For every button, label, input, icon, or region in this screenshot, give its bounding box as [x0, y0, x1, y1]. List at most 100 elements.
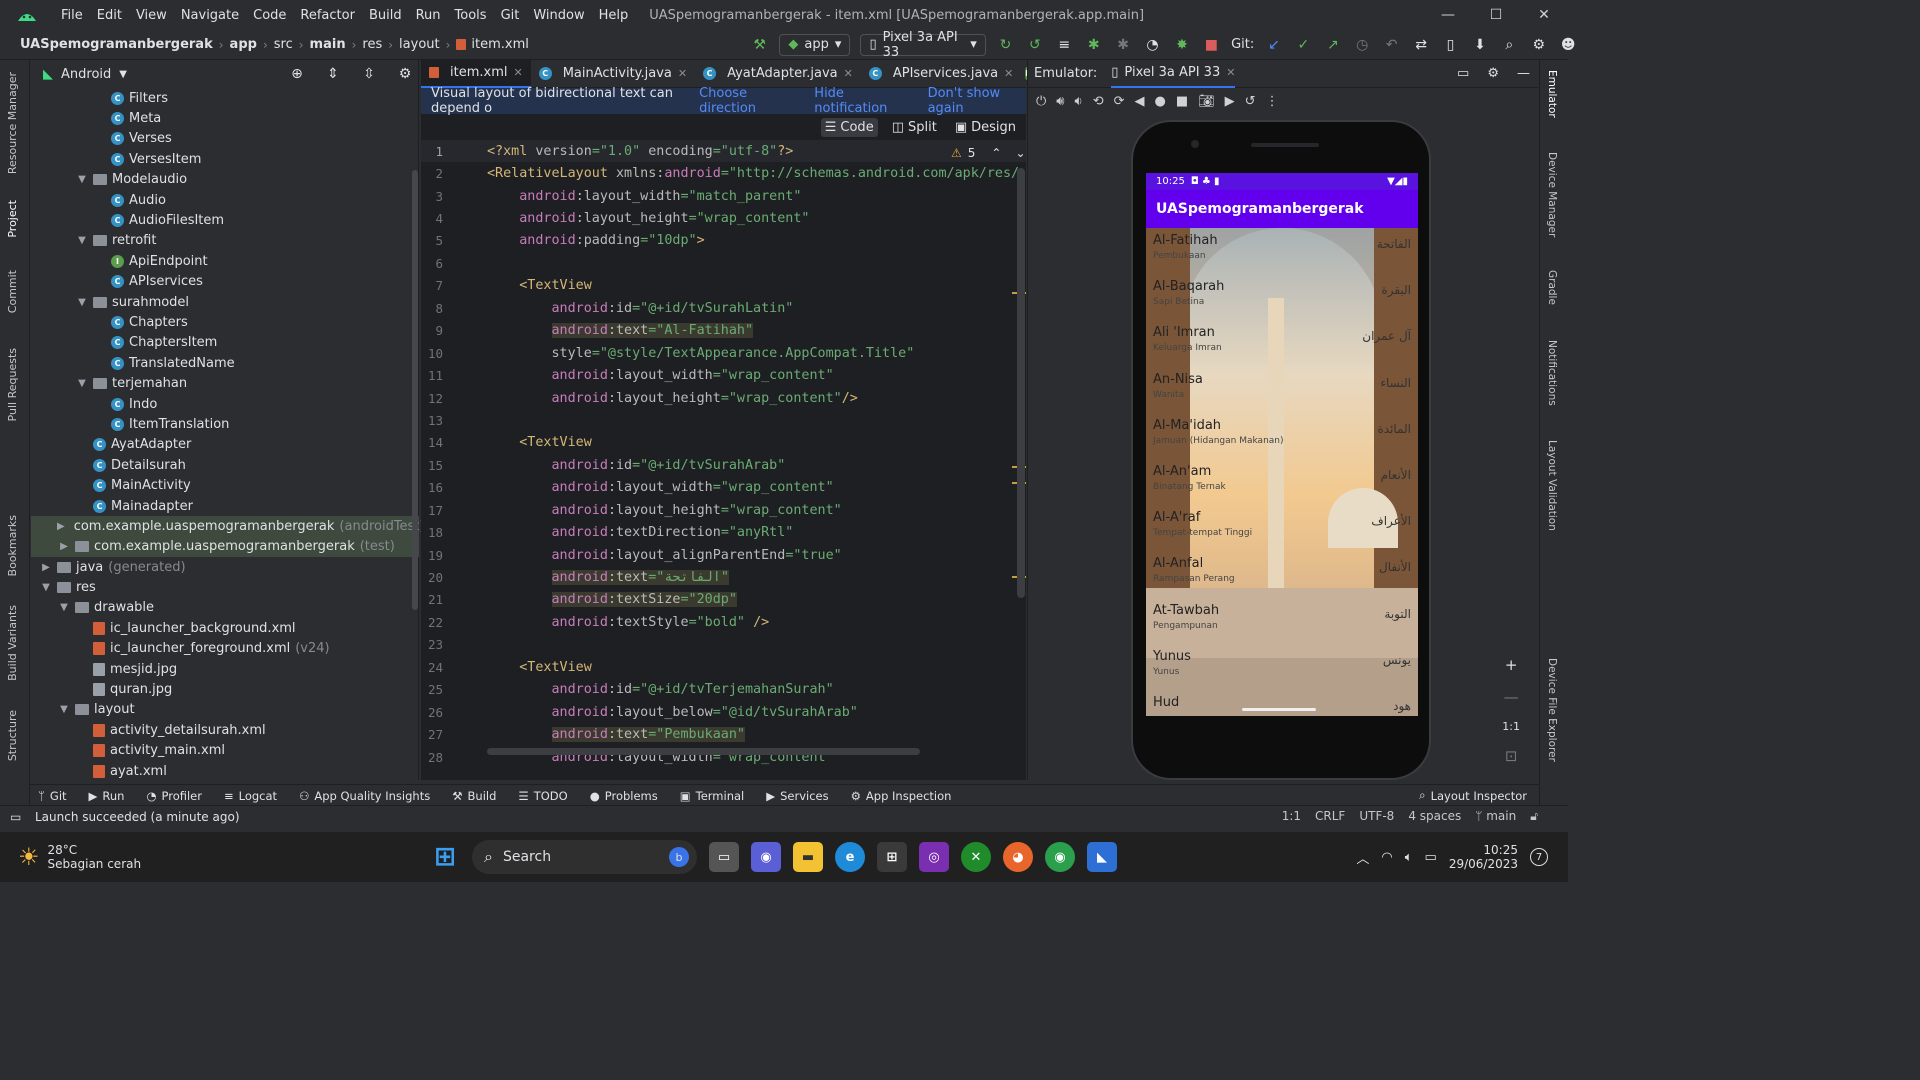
tree-item[interactable]: C MainActivity: [31, 475, 419, 495]
tree-item[interactable]: ic_launcher_background.xml: [31, 618, 419, 638]
code-line[interactable]: 17 android:layout_height="wrap_content": [421, 499, 1026, 521]
power-icon[interactable]: ⏻: [1036, 94, 1046, 109]
code-line[interactable]: 8 android:id="@+id/tvSurahLatin": [421, 297, 1026, 319]
tab-pull-requests[interactable]: Pull Requests: [6, 348, 19, 421]
tree-folder[interactable]: ▶ java (generated): [31, 557, 419, 577]
tree-item[interactable]: C ItemTranslation: [31, 414, 419, 434]
code-line[interactable]: 26 android:layout_below="@id/tvSurahArab…: [421, 701, 1026, 723]
code-line[interactable]: 14 <TextView: [421, 432, 1026, 454]
settings-gear-icon[interactable]: ⚙: [1529, 34, 1548, 56]
debug-icon[interactable]: ✱: [1084, 34, 1103, 56]
debug-process-icon[interactable]: ✸: [1172, 34, 1191, 56]
tab-device-manager[interactable]: Device Manager: [1546, 152, 1558, 237]
dont-show-again-link[interactable]: Don't show again: [928, 86, 1026, 116]
project-view-select[interactable]: Android: [61, 67, 111, 82]
code-line[interactable]: 25 android:id="@+id/tvTerjemahanSurah": [421, 679, 1026, 701]
tab-device-file-explorer[interactable]: Device File Explorer: [1546, 658, 1558, 762]
code-line[interactable]: 24 <TextView: [421, 656, 1026, 678]
tab-commit[interactable]: Commit: [6, 270, 19, 313]
close-tab-icon[interactable]: ✕: [513, 66, 522, 79]
close-tab-icon[interactable]: ✕: [678, 67, 687, 80]
tree-item[interactable]: C Verses: [31, 129, 419, 149]
chevron-down-icon[interactable]: ▼: [75, 235, 89, 246]
attach-debugger-icon[interactable]: ✱: [1113, 34, 1132, 56]
tree-item[interactable]: C Audio: [31, 190, 419, 210]
search-icon[interactable]: ⌕: [1500, 34, 1519, 56]
tool-app-quality-insights[interactable]: ⚇ App Quality Insights: [299, 789, 430, 803]
prev-highlight-icon[interactable]: ⌃: [991, 146, 1001, 160]
chevron-down-icon[interactable]: ▼: [75, 174, 89, 185]
tree-folder[interactable]: ▼ surahmodel: [31, 292, 419, 312]
close-tab-icon[interactable]: ✕: [844, 67, 853, 80]
apply-changes-icon[interactable]: ↺: [1025, 34, 1044, 56]
rotate-right-icon[interactable]: ⟳: [1114, 94, 1125, 109]
menu-item-refactor[interactable]: Refactor: [293, 8, 362, 23]
task-view-icon[interactable]: ▭: [709, 842, 739, 872]
tree-item[interactable]: C APIservices: [31, 272, 419, 292]
code-line[interactable]: 3 android:layout_width="match_parent": [421, 185, 1026, 207]
menu-item-window[interactable]: Window: [526, 8, 591, 23]
breadcrumb-item[interactable]: UASpemogramanbergerak: [20, 37, 213, 52]
code-line[interactable]: 20 android:text="الفاتحة": [421, 566, 1026, 588]
tree-folder[interactable]: ▼ Modelaudio: [31, 170, 419, 190]
record-icon[interactable]: ▶: [1225, 94, 1235, 109]
minimize-button[interactable]: —: [1424, 0, 1472, 30]
layout-inspector-button[interactable]: ⌕ Layout Inspector: [1419, 788, 1527, 803]
git-push-icon[interactable]: ↗: [1323, 34, 1342, 56]
git-branch-widget[interactable]: ᛘ main: [1475, 809, 1516, 824]
code-line[interactable]: 2 <RelativeLayout xmlns:android="http://s…: [421, 162, 1026, 184]
tool-run[interactable]: ▶ Run: [89, 789, 125, 803]
lock-icon[interactable]: 🔓︎: [1530, 809, 1538, 824]
code-line[interactable]: 11 android:layout_width="wrap_content": [421, 364, 1026, 386]
notification-badge-icon[interactable]: 7: [1530, 848, 1548, 866]
window-mode-icon[interactable]: ▭: [1457, 66, 1469, 81]
zoom-in-icon[interactable]: +: [1505, 656, 1518, 674]
tree-folder[interactable]: ▼ res: [31, 577, 419, 597]
tree-item[interactable]: C Mainadapter: [31, 496, 419, 516]
tool-build[interactable]: ⚒ Build: [452, 789, 496, 803]
code-line[interactable]: 10 style="@style/TextAppearance.AppCompa…: [421, 342, 1026, 364]
tree-folder[interactable]: ▼ drawable: [31, 598, 419, 618]
tool-terminal[interactable]: ▣ Terminal: [680, 789, 744, 803]
tool-git[interactable]: ᛘ Git: [38, 789, 67, 803]
code-line[interactable]: 13: [421, 409, 1026, 431]
tree-item[interactable]: C Meta: [31, 108, 419, 128]
horizontal-scrollbar[interactable]: [487, 748, 920, 755]
tree-item[interactable]: C AudioFilesItem: [31, 210, 419, 230]
home-gesture-bar[interactable]: [1242, 708, 1316, 711]
tab-build-variants[interactable]: Build Variants: [6, 605, 19, 681]
tree-folder[interactable]: ▶ com.example.uaspemogramanbergerak (andro…: [31, 516, 425, 537]
chevron-down-icon[interactable]: ▼: [75, 297, 89, 308]
emulator-device-tab[interactable]: ▯ Pixel 3a API 33 ✕: [1111, 60, 1236, 88]
caret-position[interactable]: 1:1: [1282, 809, 1301, 824]
breadcrumb-item[interactable]: layout: [399, 37, 440, 52]
code-line[interactable]: 9 android:text="Al-Fatihah": [421, 320, 1026, 342]
tab-item-xml[interactable]: item.xml ✕: [421, 59, 531, 88]
snapshot-icon[interactable]: ↺: [1245, 94, 1256, 109]
tool-profiler[interactable]: ◔ Profiler: [146, 789, 202, 803]
choose-direction-link[interactable]: Choose direction: [699, 86, 794, 116]
tool-logcat[interactable]: ≡ Logcat: [224, 789, 277, 803]
surah-item[interactable]: Al-A'raf الأعراف Tempat-tempat Tinggi: [1153, 508, 1411, 554]
tree-item[interactable]: C Detailsurah: [31, 455, 419, 475]
tree-item[interactable]: ic_launcher_foreground.xml (v24): [31, 639, 419, 659]
vertical-scrollbar[interactable]: [1017, 168, 1025, 598]
file-encoding[interactable]: UTF-8: [1359, 809, 1394, 824]
collapse-all-icon[interactable]: ⇳: [358, 63, 380, 85]
tree-item[interactable]: C AyatAdapter: [31, 435, 419, 455]
code-line[interactable]: 4 android:layout_height="wrap_content": [421, 207, 1026, 229]
tree-item[interactable]: C Chapters: [31, 312, 419, 332]
tree-item[interactable]: mesjid.jpg: [31, 659, 419, 679]
surah-item[interactable]: An-Nisa النساء Wanita: [1153, 370, 1411, 416]
surah-item[interactable]: Al-Ma'idah المائدة Jamuan (Hidangan Makana…: [1153, 416, 1411, 462]
zoom-fit-icon[interactable]: ⊡: [1505, 747, 1518, 765]
code-area[interactable]: 1 <?xml version="1.0" encoding="utf-8"?> 2…: [421, 140, 1026, 780]
surah-item[interactable]: Al-Anfal الأنفال Rampasan Perang: [1153, 554, 1411, 600]
code-line[interactable]: 23: [421, 634, 1026, 656]
code-line[interactable]: 7 <TextView: [421, 275, 1026, 297]
edge-icon[interactable]: e: [835, 842, 865, 872]
split-mode-button[interactable]: ◫ Split: [888, 118, 941, 137]
breadcrumb-item[interactable]: app: [230, 37, 257, 52]
tab-mainactivity-java[interactable]: C MainActivity.java ✕: [531, 60, 695, 88]
windows-start-icon[interactable]: ⊞: [430, 842, 460, 872]
